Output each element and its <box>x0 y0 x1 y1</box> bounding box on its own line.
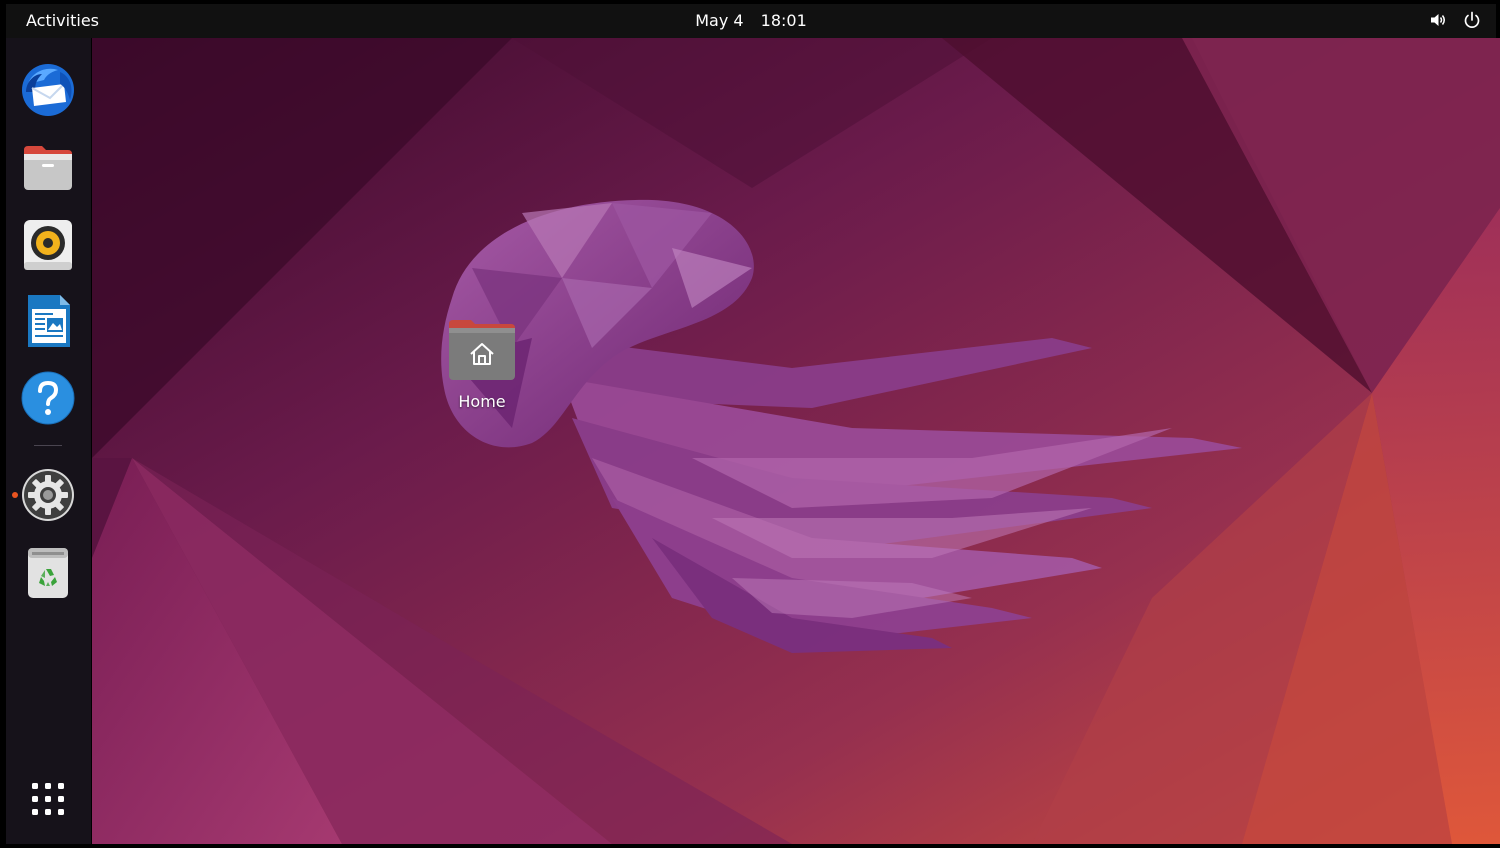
show-apps-button[interactable] <box>20 771 76 827</box>
dock-item-trash[interactable] <box>20 544 76 600</box>
writer-icon <box>28 295 70 347</box>
date-time-button[interactable]: May 4 18:01 <box>683 10 819 31</box>
dock-item-rhythmbox[interactable] <box>20 216 76 272</box>
app-grid-icon <box>32 783 64 815</box>
rhythmbox-icon <box>24 220 72 270</box>
dock-item-help[interactable] <box>20 370 76 426</box>
time-label: 18:01 <box>760 11 807 30</box>
trash-icon <box>28 548 68 598</box>
help-icon <box>21 371 75 425</box>
desktop-screen: Activities May 4 18:01 Home <box>0 0 1500 848</box>
desktop-icon-home[interactable]: Home <box>432 316 532 416</box>
home-folder-icon <box>449 320 515 380</box>
top-bar: Activities May 4 18:01 <box>6 4 1496 38</box>
dock-item-files[interactable] <box>20 138 76 194</box>
wallpaper <box>92 38 1500 844</box>
gear-icon <box>22 469 74 521</box>
jammy-jellyfish-wallpaper <box>92 38 1500 844</box>
dock-item-thunderbird[interactable] <box>20 62 76 118</box>
volume-icon[interactable] <box>1428 10 1448 30</box>
system-tray <box>1428 10 1482 30</box>
power-icon[interactable] <box>1462 10 1482 30</box>
thunderbird-icon <box>22 64 74 116</box>
activities-button[interactable]: Activities <box>14 10 111 31</box>
desktop-icon-label: Home <box>458 392 506 411</box>
clock: May 4 18:01 <box>6 11 1496 30</box>
dock-item-libreoffice-writer[interactable] <box>20 293 76 349</box>
files-icon <box>24 146 72 190</box>
date-label: May 4 <box>695 11 744 30</box>
dock-item-settings[interactable] <box>20 467 76 523</box>
dock-separator <box>34 445 62 446</box>
dock <box>6 38 91 844</box>
screen-bottom-edge <box>0 844 1500 848</box>
running-indicator <box>12 492 18 498</box>
